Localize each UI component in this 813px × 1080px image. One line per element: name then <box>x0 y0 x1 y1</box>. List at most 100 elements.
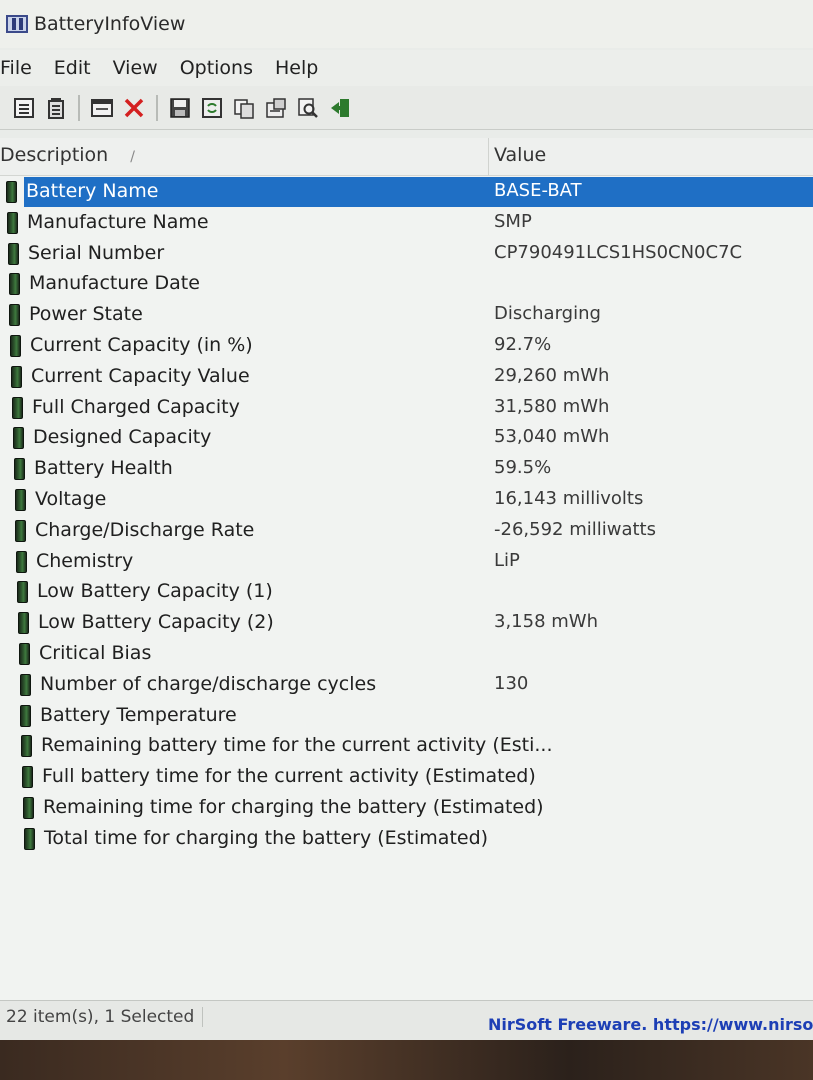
table-row[interactable]: Number of charge/discharge cycles 130 <box>0 669 813 700</box>
battery-info-list[interactable]: Description / Value Battery Name BASE-BAT M… <box>0 138 813 1000</box>
nirsoft-link[interactable]: NirSoft Freeware. https://www.nirsof <box>488 1015 813 1034</box>
copy-icon[interactable] <box>230 94 258 122</box>
properties-icon[interactable] <box>10 94 38 122</box>
row-description: Low Battery Capacity (1) <box>37 580 273 603</box>
row-value: Discharging <box>494 303 601 325</box>
table-row[interactable]: Serial Number CP790491LCS1HS0CN0C7C <box>0 238 813 269</box>
battery-row-icon <box>19 642 30 665</box>
battery-row-icon <box>9 304 20 327</box>
find-icon[interactable] <box>294 94 322 122</box>
menu-file[interactable]: File <box>0 57 44 79</box>
table-row[interactable]: Current Capacity (in %) 92.7% <box>0 330 813 361</box>
table-row[interactable]: Designed Capacity 53,040 mWh <box>0 422 813 453</box>
battery-row-icon <box>23 796 34 819</box>
column-divider[interactable] <box>488 138 489 176</box>
window-icon[interactable] <box>88 94 116 122</box>
status-bar: 22 item(s), 1 Selected NirSoft Freeware.… <box>0 1000 813 1040</box>
battery-row-icon <box>21 735 32 758</box>
row-description: Voltage <box>35 487 107 510</box>
window-title: BatteryInfoView <box>34 13 186 35</box>
table-row[interactable]: Charge/Discharge Rate -26,592 milliwatts <box>0 515 813 546</box>
battery-row-icon <box>18 612 29 635</box>
row-description: Number of charge/discharge cycles <box>40 672 377 695</box>
battery-row-icon <box>16 550 27 573</box>
menu-view[interactable]: View <box>103 57 170 79</box>
table-row[interactable]: Manufacture Name SMP <box>0 207 813 238</box>
row-value: 3,158 mWh <box>494 611 598 633</box>
table-row[interactable]: Full battery time for the current activi… <box>0 761 813 792</box>
row-value: LiP <box>494 549 520 571</box>
menu-edit[interactable]: Edit <box>44 57 103 79</box>
table-row[interactable]: Remaining time for charging the battery … <box>0 792 813 823</box>
table-row[interactable]: Chemistry LiP <box>0 546 813 577</box>
app-icon <box>6 15 28 33</box>
table-row[interactable]: Full Charged Capacity 31,580 mWh <box>0 392 813 423</box>
row-description: Current Capacity Value <box>31 364 250 387</box>
row-description: Full Charged Capacity <box>32 395 240 418</box>
row-description: Designed Capacity <box>33 426 212 449</box>
row-value: SMP <box>494 210 532 232</box>
menu-options[interactable]: Options <box>170 57 265 79</box>
table-row[interactable]: Power State Discharging <box>0 299 813 330</box>
battery-row-icon <box>11 365 22 388</box>
report-icon[interactable] <box>262 94 290 122</box>
row-description: Full battery time for the current activi… <box>42 765 536 788</box>
row-description: Manufacture Name <box>27 210 209 233</box>
delete-icon[interactable] <box>120 94 148 122</box>
table-row[interactable]: Total time for charging the battery (Est… <box>0 823 813 854</box>
row-description: Charge/Discharge Rate <box>35 518 255 541</box>
table-row[interactable]: Remaining battery time for the current a… <box>0 730 813 761</box>
title-bar: BatteryInfoView <box>0 0 813 48</box>
row-description: Battery Name <box>26 180 159 202</box>
battery-row-icon <box>14 458 25 481</box>
battery-row-icon <box>10 334 21 357</box>
row-value: BASE-BAT <box>494 180 582 201</box>
battery-row-icon <box>15 519 26 542</box>
menu-help[interactable]: Help <box>265 57 330 79</box>
table-row[interactable]: Critical Bias <box>0 638 813 669</box>
battery-row-icon <box>8 242 19 265</box>
toolbar-separator <box>156 94 158 121</box>
battery-row-icon <box>15 488 26 511</box>
save-icon[interactable] <box>166 94 194 122</box>
refresh-icon[interactable] <box>198 94 226 122</box>
row-description: Power State <box>29 303 143 326</box>
table-row[interactable]: Low Battery Capacity (2) 3,158 mWh <box>0 607 813 638</box>
table-row[interactable]: Current Capacity Value 29,260 mWh <box>0 361 813 392</box>
sort-indicator-icon: / <box>130 149 135 165</box>
row-description: Total time for charging the battery (Est… <box>44 826 489 849</box>
list-header: Description / Value <box>0 138 813 176</box>
row-value: -26,592 milliwatts <box>494 518 656 540</box>
table-row[interactable]: Battery Health 59.5% <box>0 453 813 484</box>
row-description: Battery Health <box>34 457 173 480</box>
battery-row-icon <box>20 704 31 727</box>
toolbar-separator <box>78 94 80 121</box>
battery-row-icon <box>24 827 35 850</box>
table-row[interactable]: Battery Temperature <box>0 700 813 731</box>
column-header-description[interactable]: Description / <box>0 144 135 166</box>
column-header-value[interactable]: Value <box>494 144 546 166</box>
row-description: Critical Bias <box>39 641 152 664</box>
battery-row-icon <box>13 427 24 450</box>
battery-row-icon <box>6 181 17 203</box>
battery-row-icon <box>9 273 20 296</box>
toolbar <box>0 86 813 130</box>
battery-row-icon <box>7 211 18 234</box>
row-value: CP790491LCS1HS0CN0C7C <box>494 241 743 263</box>
table-row[interactable]: Voltage 16,143 millivolts <box>0 484 813 515</box>
row-description: Current Capacity (in %) <box>30 333 253 356</box>
row-description: Chemistry <box>36 549 134 572</box>
table-row[interactable]: Manufacture Date <box>0 268 813 299</box>
row-value: 29,260 mWh <box>494 364 610 386</box>
table-row[interactable]: Low Battery Capacity (1) <box>0 576 813 607</box>
table-row[interactable]: Battery Name BASE-BAT <box>0 176 813 207</box>
battery-row-icon <box>22 766 33 789</box>
exit-icon[interactable] <box>326 94 354 122</box>
row-value: 59.5% <box>494 457 552 479</box>
battery-row-icon <box>20 673 31 696</box>
background-surface <box>0 1040 813 1080</box>
row-value: 16,143 millivolts <box>494 487 644 509</box>
battery-icon[interactable] <box>42 94 70 122</box>
row-description: Remaining time for charging the battery … <box>43 795 544 818</box>
row-description: Serial Number <box>28 241 165 264</box>
